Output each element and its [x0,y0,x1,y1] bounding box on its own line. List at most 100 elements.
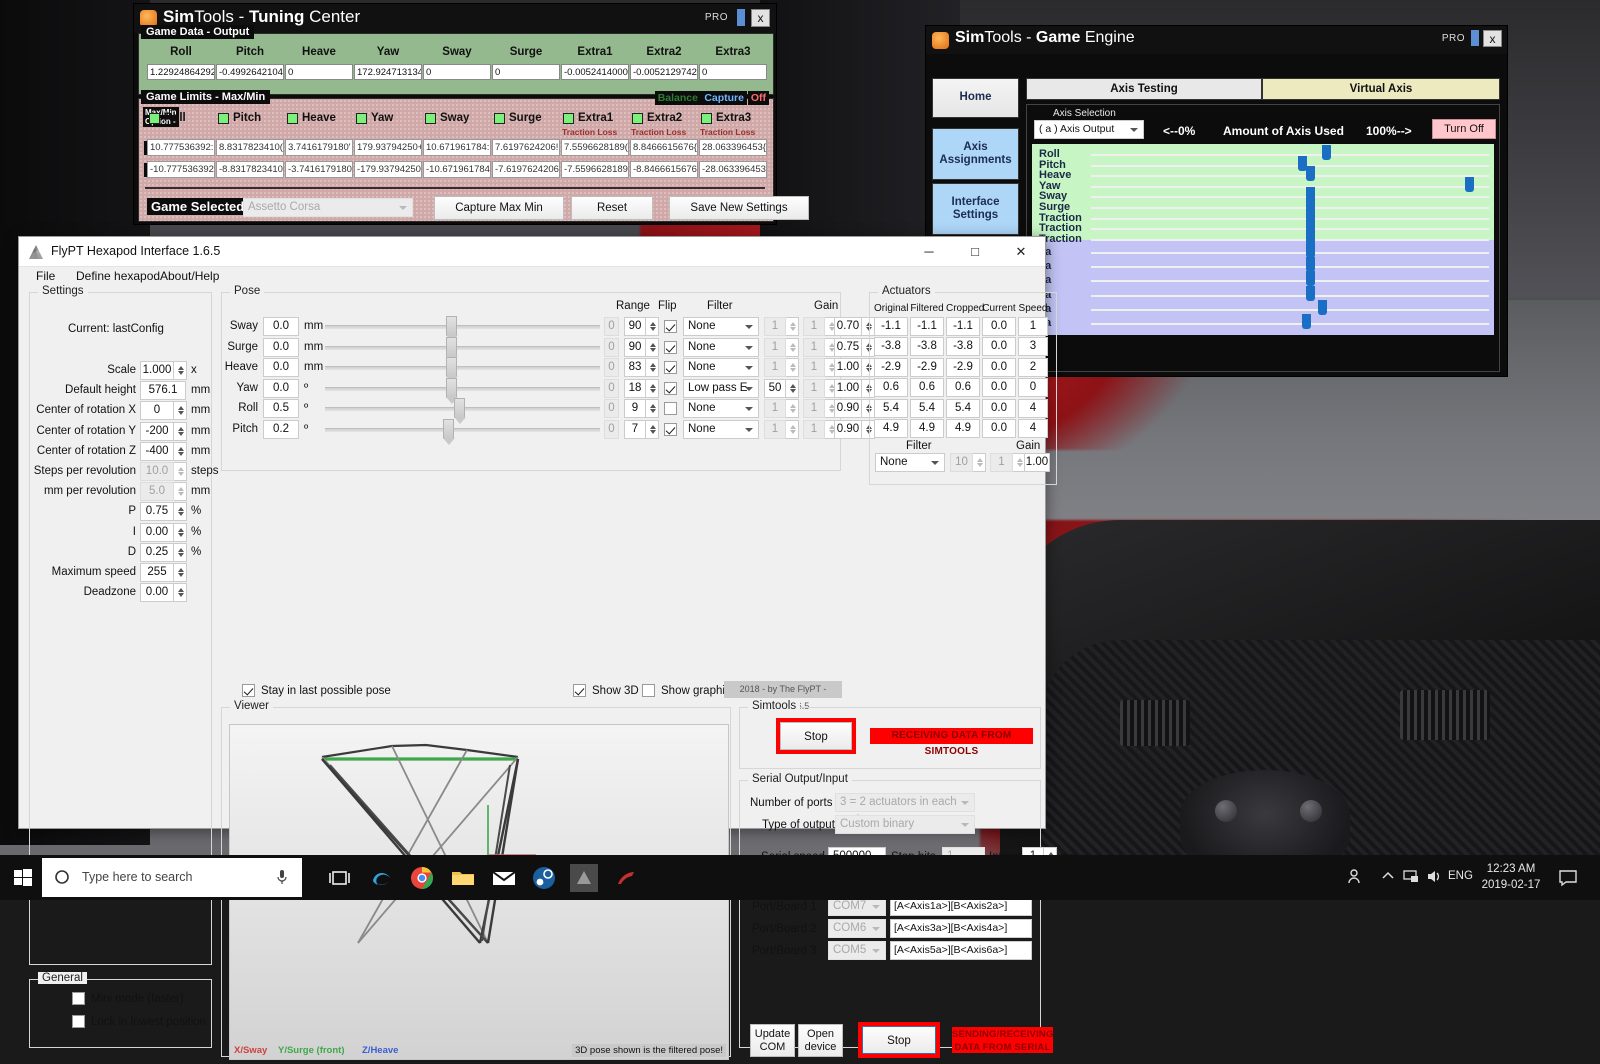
pose-range-spinner-2[interactable] [646,358,659,378]
min-value[interactable]: -8.8466615676 [630,161,698,178]
pose-slider-thumb-4[interactable] [454,398,467,425]
pose-range-3[interactable]: 18 [624,378,646,398]
pose-slider-5[interactable] [325,428,600,432]
minimize-button[interactable]: ─ [906,237,952,267]
pose-filter-p1-spinner-1[interactable] [786,337,799,357]
number-of-ports-dropdown[interactable]: 3 = 2 actuators in each port [835,793,975,825]
pose-filter-p1-3[interactable]: 50 [764,378,786,398]
chevron-up-icon[interactable] [1380,869,1396,914]
pose-flip-checkbox-3[interactable] [664,381,677,395]
pose-slider-3[interactable] [325,386,600,391]
max-value[interactable]: 28.063396453{ [699,139,767,156]
actuator-marker[interactable] [1305,271,1315,287]
pose-filter-p1-spinner-0[interactable] [786,317,799,336]
engine-close-button[interactable]: x [1483,30,1502,47]
game-data-value[interactable]: 172.924713134 [354,64,422,80]
steam-icon[interactable] [530,864,558,892]
min-value[interactable]: -10.777536392 [147,161,215,178]
game-selected-dropdown[interactable]: Assetto Corsa [243,198,413,217]
tuning-minimize-button[interactable] [737,9,745,26]
pose-filter-p1-spinner-2[interactable] [786,358,799,378]
settings-spinner-2[interactable] [174,401,187,421]
settings-spinner-4[interactable] [174,441,187,461]
axis-enable-checkbox[interactable] [218,113,229,124]
axis-marker[interactable] [1321,145,1331,160]
tuning-action-button[interactable]: Reset [571,196,653,220]
simtools-icon[interactable] [612,864,640,892]
max-value[interactable]: 8.8317823410( [216,139,284,156]
pose-slider-thumb-2[interactable] [446,357,458,384]
max-value[interactable]: 7.5596628189( [561,139,629,156]
pose-value-2[interactable]: 0.0 [263,358,299,378]
close-button[interactable]: ✕ [998,237,1044,267]
pose-filter-p1-5[interactable]: 1 [764,420,786,439]
pose-filter-p2-5[interactable]: 1 [803,420,825,439]
pose-range-spinner-0[interactable] [646,317,659,336]
engine-minimize-button[interactable] [1471,30,1479,46]
pose-value-5[interactable]: 0.2 [263,420,299,439]
max-value[interactable]: 10.777536392: [147,139,215,156]
pose-gain-0[interactable]: 0.70 [834,317,862,336]
pose-filter-p1-spinner-5[interactable] [786,420,799,439]
network-icon[interactable] [1402,868,1420,913]
pose-range-spinner-1[interactable] [646,337,659,357]
settings-spinner-9[interactable] [174,542,187,562]
pose-value-1[interactable]: 0.0 [263,337,299,357]
max-value[interactable]: 10.671961784: [423,139,491,156]
chrome-icon[interactable] [408,864,436,892]
pose-gain-5[interactable]: 0.90 [834,420,862,439]
pose-filter-dropdown-3[interactable]: Low pass E [683,378,759,398]
actuator-marker[interactable] [1305,257,1315,273]
settings-spinner-6[interactable] [174,482,187,502]
game-data-value[interactable]: 1.22924864292 [147,64,215,80]
min-value[interactable]: -3.7416179180 [285,161,353,178]
engine-sidebar-button-1[interactable]: Axis Assignments [932,128,1019,180]
people-icon[interactable] [1345,867,1365,912]
axis-marker[interactable] [1465,176,1475,192]
game-data-value[interactable]: 0 [285,64,353,80]
max-value[interactable]: 179.93794250+ [354,139,422,156]
flypt-icon[interactable] [570,864,598,892]
axis-enable-checkbox[interactable] [356,113,367,124]
file-explorer-icon[interactable] [449,864,477,892]
show-3d-checkbox[interactable] [573,684,586,697]
pose-range-spinner-5[interactable] [646,420,659,439]
max-value[interactable]: 8.8466615676{ [630,139,698,156]
general-checkbox-0[interactable] [72,992,85,1005]
tuning-action-button[interactable]: Save New Settings [669,196,809,220]
task-view-icon[interactable] [326,864,354,892]
axis-marker[interactable] [1305,166,1315,182]
open-device-button[interactable]: Open device [798,1024,843,1057]
min-value[interactable]: -8.8317823410 [216,161,284,178]
menu-item-about-help[interactable]: About/Help [153,268,226,284]
actuators-gain-value[interactable]: 1.00 [1024,453,1050,472]
search-box[interactable]: Type here to search [42,858,302,897]
maximize-button[interactable]: □ [952,237,998,267]
pose-filter-p1-4[interactable]: 1 [764,399,786,419]
min-value[interactable]: -7.5596628189 [561,161,629,178]
settings-spinner-8[interactable] [174,522,187,542]
axis-enable-checkbox[interactable] [632,113,643,124]
pose-filter-p1-2[interactable]: 1 [764,358,786,378]
settings-spinner-11[interactable] [174,583,187,603]
settings-input-4[interactable]: -400 [140,441,174,461]
action-center-icon[interactable] [1558,869,1578,914]
pose-gain-2[interactable]: 1.00 [834,358,862,378]
pose-filter-p2-1[interactable]: 1 [803,337,825,357]
pose-filter-p1-1[interactable]: 1 [764,337,786,357]
settings-input-9[interactable]: 0.25 [140,542,174,562]
min-value[interactable]: -179.93794250 [354,161,422,178]
pose-range-spinner-4[interactable] [646,399,659,419]
axis-enable-checkbox[interactable] [425,113,436,124]
stay-in-last-pose-checkbox[interactable] [242,684,255,697]
actuators-filter-dropdown[interactable]: None [875,453,945,472]
settings-input-1[interactable]: 576.1 [140,381,186,401]
axis-selection-dropdown[interactable]: ( a ) Axis Output [1034,120,1144,139]
pose-value-0[interactable]: 0.0 [263,317,299,336]
pose-slider-thumb-1[interactable] [446,336,458,363]
settings-spinner-7[interactable] [174,502,187,522]
pose-filter-dropdown-0[interactable]: None [683,317,759,336]
engine-tab-1[interactable]: Virtual Axis [1262,78,1500,100]
settings-spinner-3[interactable] [174,421,187,441]
game-data-value[interactable]: 0 [423,64,491,80]
